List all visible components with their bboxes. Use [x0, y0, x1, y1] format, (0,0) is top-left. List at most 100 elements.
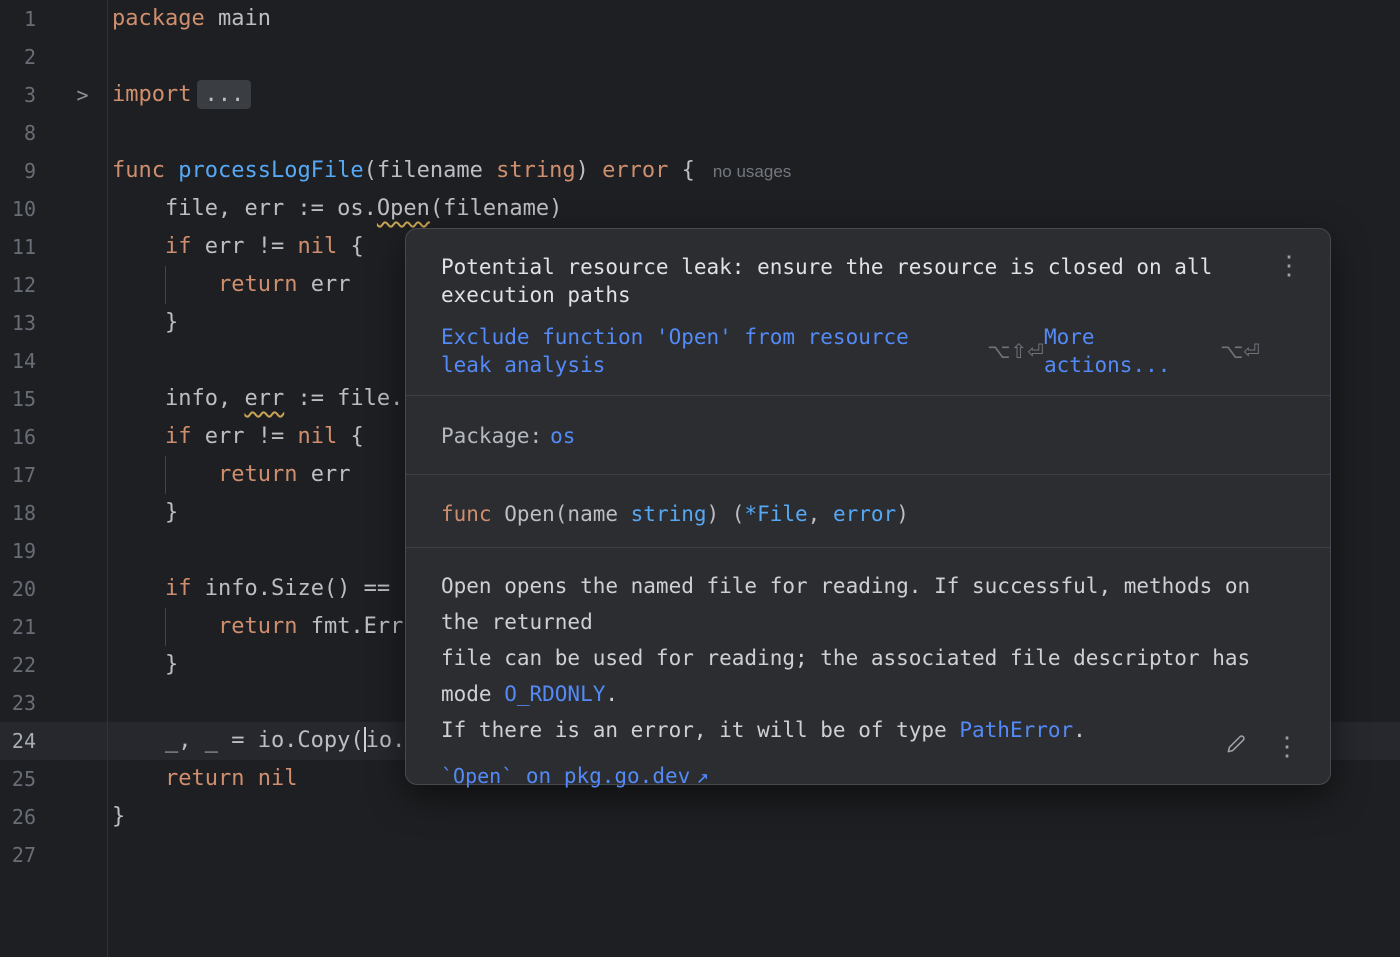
code-editor[interactable]: 1 package main 2 3 > import... 8 9 func processL…	[0, 0, 1400, 957]
code-text: return nil	[107, 760, 297, 798]
line-number[interactable]: 10	[0, 190, 36, 228]
function-signature: func Open(name string) (*File, error)	[406, 475, 1330, 547]
gutter[interactable]: 23	[0, 684, 107, 722]
fold-area	[36, 836, 107, 874]
gutter[interactable]: 14	[0, 342, 107, 380]
line-number[interactable]: 24	[0, 722, 36, 760]
fold-area	[36, 418, 107, 456]
code-line-1[interactable]: 1 package main	[0, 0, 1400, 38]
signature-type-link[interactable]: string	[631, 502, 707, 526]
more-actions-link[interactable]: More actions...	[1044, 323, 1198, 379]
gutter[interactable]: 3 >	[0, 76, 107, 114]
line-number[interactable]: 2	[0, 38, 36, 76]
gutter[interactable]: 18	[0, 494, 107, 532]
gutter[interactable]: 26	[0, 798, 107, 836]
line-number[interactable]: 18	[0, 494, 36, 532]
line-number[interactable]: 3	[0, 76, 36, 114]
fold-area	[36, 228, 107, 266]
gutter[interactable]: 11	[0, 228, 107, 266]
exclude-function-link[interactable]: Exclude function 'Open' from resource le…	[441, 323, 965, 379]
signature-type-link[interactable]: error	[833, 502, 896, 526]
fold-area	[36, 152, 107, 190]
code-text: package main	[107, 0, 271, 38]
line-number[interactable]: 27	[0, 836, 36, 874]
gutter[interactable]: 2	[0, 38, 107, 76]
code-line-8[interactable]: 8	[0, 114, 1400, 152]
line-number[interactable]: 8	[0, 114, 36, 152]
code-token: info.Size() ==	[191, 576, 391, 601]
gutter[interactable]: 27	[0, 836, 107, 874]
code-token: return	[217, 614, 298, 639]
signature-token: ) (	[706, 502, 745, 526]
gutter[interactable]: 15	[0, 380, 107, 418]
gutter[interactable]: 13	[0, 304, 107, 342]
line-number[interactable]: 17	[0, 456, 36, 494]
line-number[interactable]: 26	[0, 798, 36, 836]
gutter[interactable]: 9	[0, 152, 107, 190]
gutter[interactable]: 21	[0, 608, 107, 646]
edit-pencil-icon[interactable]	[1225, 734, 1246, 760]
code-line-9[interactable]: 9 func processLogFile(filename string) er…	[0, 152, 1400, 190]
exclude-shortcut-hint: ⌥⇧⏎	[987, 339, 1044, 363]
gutter[interactable]: 10	[0, 190, 107, 228]
gutter[interactable]: 8	[0, 114, 107, 152]
gutter[interactable]: 1	[0, 0, 107, 38]
doc-text-segment: .	[1073, 718, 1086, 742]
doc-line: Open opens the named file for reading. I…	[441, 568, 1295, 640]
gutter[interactable]: 24	[0, 722, 107, 760]
code-text: }	[107, 646, 178, 684]
fold-chevron-icon[interactable]: >	[36, 76, 107, 114]
popup-more-icon[interactable]: ⋮	[1276, 253, 1302, 279]
code-token: if	[164, 234, 192, 259]
folded-import-region[interactable]: ...	[197, 80, 252, 109]
signature-type-link[interactable]: *File	[744, 502, 807, 526]
line-number[interactable]: 15	[0, 380, 36, 418]
code-token: nil	[297, 234, 338, 259]
code-line-10[interactable]: 10 file, err := os.Open(filename)	[0, 190, 1400, 228]
fold-area	[36, 380, 107, 418]
gutter[interactable]: 16	[0, 418, 107, 456]
doc-line: file can be used for reading; the associ…	[441, 640, 1295, 712]
gutter[interactable]: 12	[0, 266, 107, 304]
line-number[interactable]: 20	[0, 570, 36, 608]
gutter[interactable]: 25	[0, 760, 107, 798]
fold-area	[36, 608, 107, 646]
code-token: error	[602, 158, 669, 183]
code-token: }	[112, 804, 126, 829]
fold-area	[36, 684, 107, 722]
code-line-26[interactable]: 26}	[0, 798, 1400, 836]
pkg-go-dev-link[interactable]: `Open` on pkg.go.dev ↗	[406, 748, 1330, 790]
line-number[interactable]: 19	[0, 532, 36, 570]
line-number[interactable]: 16	[0, 418, 36, 456]
gutter[interactable]: 17	[0, 456, 107, 494]
doc-type-link[interactable]: O_RDONLY	[504, 682, 605, 706]
code-token: fmt.Err	[297, 614, 404, 639]
gutter[interactable]: 19	[0, 532, 107, 570]
line-number[interactable]: 23	[0, 684, 36, 722]
code-line-27[interactable]: 27	[0, 836, 1400, 874]
doc-type-link[interactable]: PathError	[959, 718, 1073, 742]
signature-token: )	[896, 502, 909, 526]
line-number[interactable]: 21	[0, 608, 36, 646]
line-number[interactable]: 9	[0, 152, 36, 190]
line-number[interactable]: 12	[0, 266, 36, 304]
line-number[interactable]: 14	[0, 342, 36, 380]
more-actions-shortcut-hint: ⌥⏎	[1220, 339, 1260, 363]
line-number[interactable]: 13	[0, 304, 36, 342]
gutter[interactable]: 22	[0, 646, 107, 684]
line-number[interactable]: 11	[0, 228, 36, 266]
line-number[interactable]: 22	[0, 646, 36, 684]
code-line-3[interactable]: 3 > import...	[0, 76, 1400, 114]
line-number[interactable]: 25	[0, 760, 36, 798]
code-token: }	[112, 500, 179, 525]
gutter[interactable]: 20	[0, 570, 107, 608]
package-os-link[interactable]: os	[550, 424, 575, 448]
footer-more-icon[interactable]: ⋮	[1274, 734, 1300, 760]
fold-area	[36, 798, 107, 836]
line-number[interactable]: 1	[0, 0, 36, 38]
code-line-2[interactable]: 2	[0, 38, 1400, 76]
code-token: io.	[365, 728, 406, 753]
